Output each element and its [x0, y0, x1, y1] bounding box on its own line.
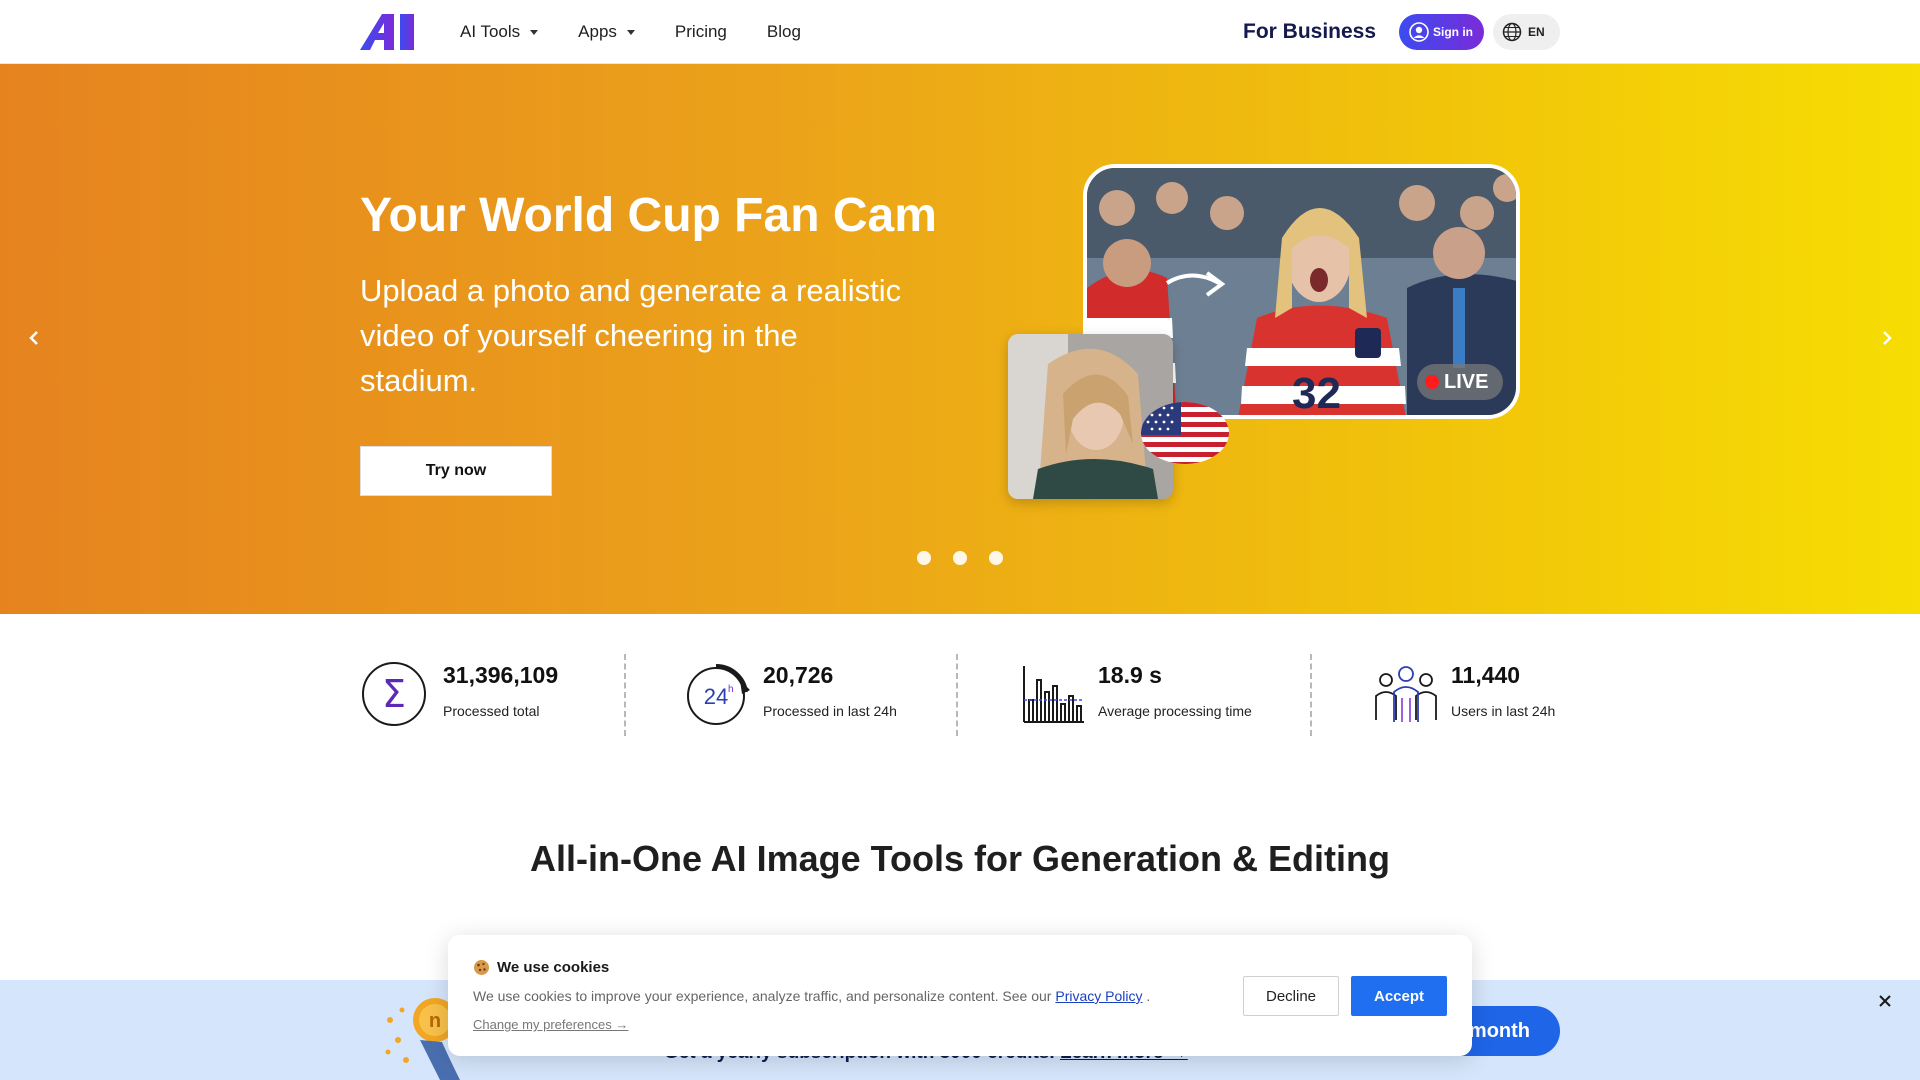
carousel-dot-1[interactable]: [917, 551, 931, 565]
nav-pricing[interactable]: Pricing: [675, 22, 727, 42]
globe-icon: [1502, 22, 1522, 42]
record-dot-icon: [1425, 375, 1439, 389]
carousel-dots: [917, 551, 1025, 565]
stat-divider: [624, 654, 626, 736]
change-preferences-link[interactable]: Change my preferences →: [473, 1017, 628, 1032]
cookie-text-body: We use cookies to improve your experienc…: [473, 988, 1052, 1004]
sign-in-button[interactable]: Sign in: [1399, 14, 1484, 50]
clock-24h-icon: 24 h: [687, 663, 750, 725]
svg-text:Σ: Σ: [382, 672, 406, 716]
stat-divider: [956, 654, 958, 736]
carousel-dot-3[interactable]: [989, 551, 1003, 565]
carousel-dot-2[interactable]: [953, 551, 967, 565]
privacy-policy-link[interactable]: Privacy Policy: [1055, 988, 1142, 1004]
nav-apps[interactable]: Apps: [578, 22, 635, 42]
svg-text:n: n: [429, 1010, 441, 1032]
cookie-title: We use cookies: [473, 959, 609, 976]
stat-value: 31,396,109: [443, 662, 559, 688]
sign-in-label: Sign in: [1433, 25, 1473, 39]
stat-value: 11,440: [1451, 662, 1521, 688]
users-icon: [1375, 666, 1437, 722]
chevron-right-icon[interactable]: [1875, 326, 1899, 350]
close-icon[interactable]: [1876, 992, 1894, 1010]
chevron-down-icon: [530, 29, 539, 35]
try-now-button[interactable]: Try now: [360, 446, 552, 496]
hero-title: Your World Cup Fan Cam: [360, 189, 937, 242]
language-label: EN: [1528, 25, 1545, 39]
user-icon: [1409, 22, 1429, 42]
stat-label: Processed in last 24h: [763, 703, 897, 719]
us-flag-icon: [1141, 402, 1229, 464]
nav-ai-tools-label: AI Tools: [460, 22, 521, 41]
ai-logo-icon[interactable]: [360, 14, 414, 50]
chevron-down-icon: [626, 29, 635, 35]
stats-bar: Σ 31,396,109 Processed total 24 h 20,726…: [360, 652, 1560, 736]
stat-divider: [1310, 654, 1312, 736]
stat-value: 18.9 s: [1098, 662, 1162, 688]
hero-carousel: Your World Cup Fan Cam Upload a photo an…: [0, 64, 1920, 614]
stat-value: 20,726: [763, 662, 834, 688]
nav-blog-label: Blog: [766, 22, 801, 41]
stat-label: Average processing time: [1098, 703, 1252, 719]
accept-button[interactable]: Accept: [1351, 976, 1447, 1016]
live-label: LIVE: [1444, 370, 1489, 393]
cookie-icon: [474, 960, 489, 975]
live-badge: LIVE: [1417, 364, 1503, 400]
nav-blog[interactable]: Blog: [767, 22, 801, 42]
cookie-consent-dialog: We use cookies We use cookies to improve…: [448, 935, 1472, 1056]
nav-apps-label: Apps: [578, 22, 617, 41]
section-title: All-in-One AI Image Tools for Generation…: [529, 838, 1391, 879]
site-header: AI Tools Apps Pricing Blog For Business …: [0, 0, 1920, 64]
language-selector[interactable]: EN: [1493, 14, 1560, 50]
main-nav: AI Tools Apps Pricing Blog: [460, 0, 841, 64]
bar-chart-icon: [1023, 666, 1084, 723]
svg-text:24: 24: [704, 684, 728, 709]
hero-subtitle: Upload a photo and generate a realistic …: [360, 273, 902, 398]
nav-ai-tools[interactable]: AI Tools: [460, 22, 539, 42]
stat-label: Processed total: [443, 703, 540, 719]
stat-label: Users in last 24h: [1451, 703, 1556, 719]
decline-button[interactable]: Decline: [1243, 976, 1339, 1016]
svg-text:32: 32: [1292, 369, 1341, 418]
cookie-text-end: .: [1146, 988, 1151, 1004]
svg-text:h: h: [728, 684, 734, 695]
chevron-left-icon[interactable]: [22, 326, 46, 350]
for-business-link[interactable]: For Business: [1243, 20, 1376, 44]
cookie-description: We use cookies to improve your experienc…: [473, 988, 1150, 1004]
sigma-icon: Σ: [362, 662, 426, 726]
nav-pricing-label: Pricing: [674, 22, 727, 41]
cookie-title-text: We use cookies: [497, 959, 610, 976]
